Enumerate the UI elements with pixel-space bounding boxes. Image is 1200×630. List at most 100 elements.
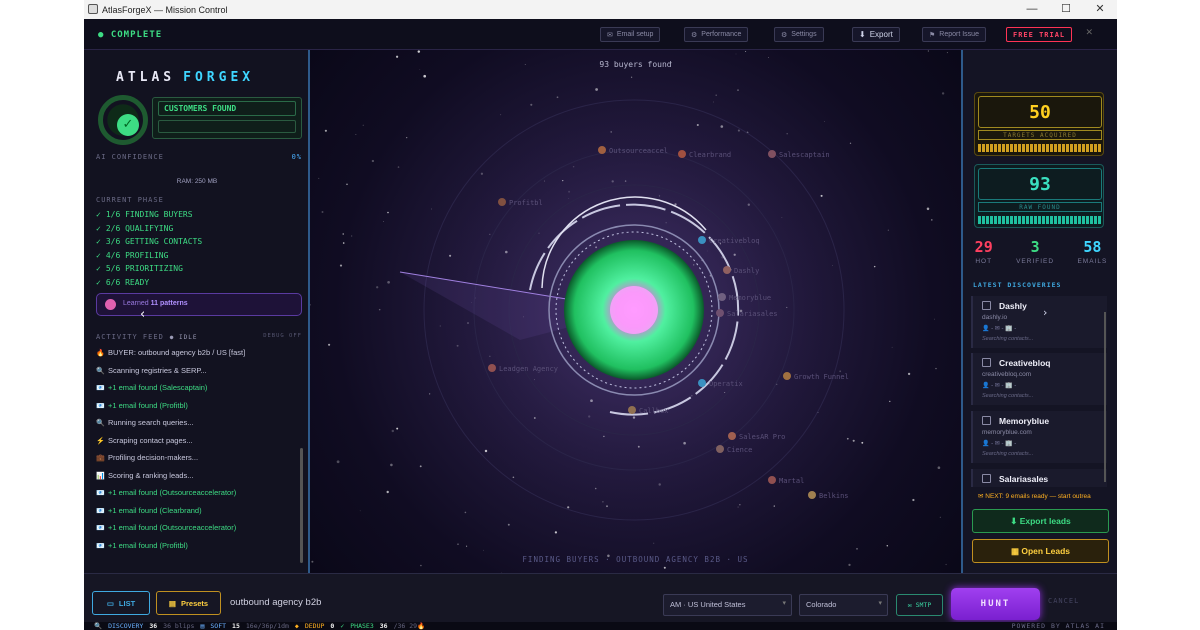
latest-discoveries-header: LATEST DISCOVERIES [973, 281, 1062, 289]
minimize-button[interactable]: — [1015, 0, 1049, 19]
phase-label: 1/6 FINDING BUYERS [105, 210, 193, 219]
lead-stats: 29 HOT 3 VERIFIED 58 EMAILS [963, 238, 1117, 265]
app-logo-icon [88, 4, 98, 14]
check-icon: ✓ [340, 622, 345, 630]
star [318, 177, 320, 179]
document-icon: ▤ [168, 598, 176, 608]
ai-confidence-label: AI CONFIDENCE [96, 153, 164, 161]
list-button[interactable]: ▭ LIST [92, 591, 150, 615]
radar-node[interactable] [768, 476, 776, 484]
star [745, 50, 747, 53]
radar-node[interactable] [716, 445, 724, 453]
star [500, 114, 502, 116]
cancel-button[interactable]: CANCEL [1048, 597, 1079, 605]
free-trial-badge[interactable]: FREE TRIAL [1006, 27, 1073, 42]
phase-item: ✓ 4/6 PROFILING [96, 249, 202, 263]
search-status: Searching contacts... [982, 336, 1034, 342]
star [387, 280, 390, 284]
feed-item-text: Scanning registries & SERP... [108, 365, 207, 375]
feed-item-icon: 🔍 [96, 420, 105, 427]
radar-node[interactable] [498, 198, 506, 206]
radar-node[interactable] [678, 150, 686, 158]
presets-button[interactable]: ▤ Presets [156, 591, 221, 615]
radar-node[interactable] [698, 379, 706, 387]
phase-label: 2/6 QUALIFYING [105, 223, 174, 233]
radar-node[interactable] [723, 266, 731, 274]
settings-label: Settings [791, 31, 817, 38]
star [406, 137, 408, 139]
discovery-card[interactable]: Dashly dashly.io 👤 - ✉ - 🏢 - Searching c… [971, 296, 1107, 348]
star [391, 429, 395, 433]
close-icon[interactable]: ✕ [1085, 28, 1093, 38]
open-leads-button[interactable]: ▦ Open Leads [972, 539, 1109, 563]
check-icon: ✓ [96, 237, 101, 246]
search-query-input[interactable]: outbound agency b2b [230, 597, 321, 608]
feed-scrollbar[interactable] [300, 448, 303, 563]
radar-node[interactable] [698, 236, 706, 244]
maximize-button[interactable]: ☐ [1049, 0, 1083, 19]
hunt-button[interactable]: HUNT [951, 588, 1040, 620]
performance-button[interactable]: ⚙ Performance [684, 27, 749, 42]
select-checkbox[interactable] [982, 416, 991, 425]
title-bar: AtlasForgeX — Mission Control — ☐ ✕ [84, 0, 1117, 19]
star [554, 531, 558, 534]
select-checkbox[interactable] [982, 301, 991, 310]
chevron-left-icon[interactable]: ‹ [140, 307, 145, 322]
feed-item-icon: 🔥 [96, 350, 105, 357]
star [390, 463, 393, 467]
radar-node-label: Callbox [639, 407, 669, 415]
export-leads-label: Export leads [1019, 516, 1071, 526]
radar-node-label: Growth Funnel [794, 373, 849, 381]
report-issue-button[interactable]: ⚑ Report Issue [922, 27, 986, 42]
export-button[interactable]: ⬇ Export [852, 27, 900, 42]
next-step-text: NEXT: 9 emails ready — start outrea [985, 493, 1091, 500]
report-issue-label: Report Issue [939, 31, 979, 38]
discovery-card[interactable]: Memoryblue memoryblue.com 👤 - ✉ - 🏢 - Se… [971, 411, 1107, 463]
debug-toggle[interactable]: DEBUG OFF [263, 333, 302, 339]
radar-node-label: Dashly [734, 267, 759, 275]
radar-node[interactable] [598, 146, 606, 154]
state-select[interactable]: Colorado ▾ [799, 594, 888, 616]
country-select[interactable]: AM · US United States ▾ [663, 594, 792, 616]
star [848, 563, 851, 567]
next-step-hint: ✉ NEXT: 9 emails ready — start outrea [978, 492, 1117, 500]
radar-core-center [610, 286, 658, 334]
soft-note: 16e/36p/1dm [245, 622, 289, 630]
discovery-card[interactable]: Creativebloq creativebloq.com 👤 - ✉ - 🏢 … [971, 353, 1107, 405]
star [939, 516, 941, 518]
feed-item-text: +1 email found (Outsourceaccelerator) [108, 488, 237, 497]
export-label: Export [869, 30, 893, 39]
smtp-button[interactable]: ✉ SMTP [896, 594, 943, 616]
select-checkbox[interactable] [982, 358, 991, 367]
logo-forgex: FORGEX [183, 70, 255, 85]
feed-item-text: +1 email found (Outsourceaccelerator) [108, 523, 237, 532]
targets-acquired-box: 50 TARGETS ACQUIRED [974, 92, 1104, 156]
radar-node[interactable] [728, 432, 736, 440]
radar-node[interactable] [716, 309, 724, 317]
radar-node[interactable] [488, 364, 496, 372]
contact-meta: 👤 - ✉ - 🏢 - [982, 326, 1017, 332]
close-window-button[interactable]: ✕ [1083, 0, 1117, 19]
export-leads-button[interactable]: ⬇ Export leads [972, 509, 1109, 533]
radar-node[interactable] [808, 491, 816, 499]
radar-node[interactable] [768, 150, 776, 158]
chevron-right-icon[interactable]: › [1043, 306, 1047, 319]
star [419, 465, 422, 468]
feed-item-text: Scraping contact pages... [108, 435, 193, 445]
star [768, 57, 770, 59]
radar-node[interactable] [783, 372, 791, 380]
feed-state-text: IDLE [179, 334, 198, 341]
discovery-card[interactable]: Salariasales [971, 469, 1107, 487]
radar-node-label: Belkins [819, 492, 849, 500]
feed-item-icon: 🔍 [96, 367, 105, 375]
activity-feed-header: ACTIVITY FEED ● IDLE DEBUG OFF [96, 333, 302, 341]
dedup-label: DEDUP [304, 622, 325, 630]
settings-button[interactable]: ⚙ Settings [774, 27, 824, 42]
radar-node[interactable] [628, 406, 636, 414]
radar-node[interactable] [718, 293, 726, 301]
discoveries-scrollbar[interactable] [1104, 312, 1106, 482]
email-setup-button[interactable]: ✉ Email setup [600, 27, 661, 42]
select-checkbox[interactable] [982, 474, 991, 483]
phase-note: /36 29🔥 [393, 622, 426, 630]
star [887, 229, 889, 231]
